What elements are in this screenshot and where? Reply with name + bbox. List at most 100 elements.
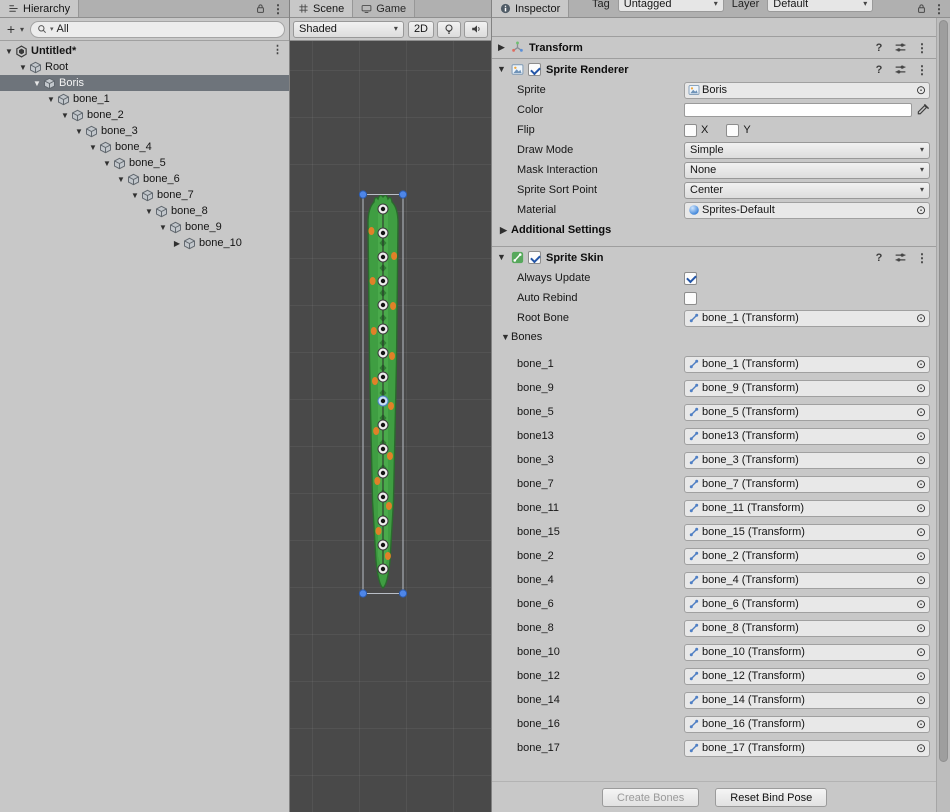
- object-picker-icon[interactable]: ⊙: [916, 670, 926, 682]
- component-enabled-checkbox[interactable]: [528, 251, 541, 264]
- scene-canvas[interactable]: [290, 41, 491, 812]
- kebab-menu-icon[interactable]: ⋮: [916, 252, 928, 264]
- hierarchy-row[interactable]: ▼ bone_8: [0, 203, 289, 219]
- object-picker-icon[interactable]: ⊙: [916, 598, 926, 610]
- sprite-renderer-header[interactable]: Sprite Renderer ⋮: [492, 58, 936, 80]
- object-picker-icon[interactable]: ⊙: [916, 204, 926, 216]
- foldout-arrow[interactable]: ▼: [143, 207, 155, 216]
- eyedropper-icon[interactable]: [916, 103, 930, 117]
- foldout-arrow[interactable]: ▼: [17, 63, 29, 72]
- object-picker-icon[interactable]: ⊙: [916, 312, 926, 324]
- sprite-skin-header[interactable]: Sprite Skin ⋮: [492, 246, 936, 268]
- foldout-arrow-icon[interactable]: [496, 65, 507, 74]
- hierarchy-row[interactable]: ▼ bone_3: [0, 123, 289, 139]
- foldout-arrow[interactable]: ▼: [129, 191, 141, 200]
- object-picker-icon[interactable]: ⊙: [916, 718, 926, 730]
- presets-icon[interactable]: [894, 41, 907, 54]
- bone-object-field[interactable]: bone_17 (Transform) ⊙: [684, 740, 930, 757]
- object-picker-icon[interactable]: ⊙: [916, 478, 926, 490]
- layer-dropdown[interactable]: Default ▾: [767, 0, 873, 12]
- always-update-checkbox[interactable]: [684, 272, 697, 285]
- foldout-arrow[interactable]: ▼: [87, 143, 99, 152]
- presets-icon[interactable]: [894, 251, 907, 264]
- help-icon[interactable]: [873, 64, 885, 76]
- foldout-arrow-icon[interactable]: [496, 43, 507, 52]
- bone-object-field[interactable]: bone_1 (Transform) ⊙: [684, 356, 930, 373]
- bone-object-field[interactable]: bone_16 (Transform) ⊙: [684, 716, 930, 733]
- foldout-arrow[interactable]: ▼: [59, 111, 71, 120]
- bone-object-field[interactable]: bone_4 (Transform) ⊙: [684, 572, 930, 589]
- flip-y-checkbox[interactable]: [726, 124, 739, 137]
- foldout-arrow-icon[interactable]: [498, 226, 509, 235]
- hierarchy-row[interactable]: ▼ Boris: [0, 75, 289, 91]
- sprite-sort-point-dropdown[interactable]: Center ▾: [684, 182, 930, 199]
- bone-object-field[interactable]: bone_11 (Transform) ⊙: [684, 500, 930, 517]
- bone-object-field[interactable]: bone_12 (Transform) ⊙: [684, 668, 930, 685]
- scrollbar-thumb[interactable]: [939, 20, 948, 762]
- hierarchy-row[interactable]: ▼ bone_4: [0, 139, 289, 155]
- bone-object-field[interactable]: bone_10 (Transform) ⊙: [684, 644, 930, 661]
- object-picker-icon[interactable]: ⊙: [916, 382, 926, 394]
- hierarchy-row[interactable]: ▼ bone_1: [0, 91, 289, 107]
- root-bone-object-field[interactable]: bone_1 (Transform) ⊙: [684, 310, 930, 327]
- object-picker-icon[interactable]: ⊙: [916, 742, 926, 754]
- hierarchy-row[interactable]: ▼ bone_2: [0, 107, 289, 123]
- search-filter-caret[interactable]: ▾: [50, 25, 54, 33]
- object-picker-icon[interactable]: ⊙: [916, 358, 926, 370]
- foldout-arrow[interactable]: ▼: [115, 175, 127, 184]
- object-picker-icon[interactable]: ⊙: [916, 84, 926, 96]
- transform-header[interactable]: Transform ⋮: [492, 36, 936, 58]
- foldout-arrow[interactable]: ▼: [73, 127, 85, 136]
- bone-object-field[interactable]: bone_14 (Transform) ⊙: [684, 692, 930, 709]
- object-picker-icon[interactable]: ⊙: [916, 574, 926, 586]
- object-picker-icon[interactable]: ⊙: [916, 454, 926, 466]
- create-button[interactable]: +: [4, 22, 18, 36]
- kebab-menu-icon[interactable]: ⋮: [272, 45, 283, 56]
- 2d-toggle-button[interactable]: 2D: [408, 21, 434, 38]
- reset-bind-pose-button[interactable]: Reset Bind Pose: [715, 788, 827, 807]
- help-icon[interactable]: [873, 42, 885, 54]
- component-enabled-checkbox[interactable]: [528, 63, 541, 76]
- foldout-arrow[interactable]: ▼: [31, 79, 43, 88]
- kebab-menu-icon[interactable]: ⋮: [933, 3, 945, 15]
- hierarchy-row[interactable]: ▼ Root: [0, 59, 289, 75]
- hierarchy-row[interactable]: ▼ bone_5: [0, 155, 289, 171]
- hierarchy-row[interactable]: ▶ bone_10: [0, 235, 289, 251]
- bone-object-field[interactable]: bone_15 (Transform) ⊙: [684, 524, 930, 541]
- tab-inspector[interactable]: Inspector: [492, 0, 569, 17]
- bone-object-field[interactable]: bone_8 (Transform) ⊙: [684, 620, 930, 637]
- hierarchy-search-field[interactable]: ▾ All: [30, 21, 285, 38]
- tab-hierarchy[interactable]: Hierarchy: [0, 0, 79, 17]
- bone-object-field[interactable]: bone_5 (Transform) ⊙: [684, 404, 930, 421]
- tab-game[interactable]: Game: [353, 0, 415, 17]
- bone-object-field[interactable]: bone13 (Transform) ⊙: [684, 428, 930, 445]
- foldout-arrow[interactable]: ▼: [101, 159, 113, 168]
- bones-foldout[interactable]: Bones: [492, 328, 936, 346]
- lighting-toggle-button[interactable]: [437, 21, 461, 38]
- audio-toggle-button[interactable]: [464, 21, 488, 38]
- lock-icon[interactable]: [255, 3, 266, 14]
- create-dropdown-caret[interactable]: ▾: [20, 25, 28, 34]
- object-picker-icon[interactable]: ⊙: [916, 502, 926, 514]
- bone-object-field[interactable]: bone_9 (Transform) ⊙: [684, 380, 930, 397]
- hierarchy-row[interactable]: ▼ bone_9: [0, 219, 289, 235]
- object-picker-icon[interactable]: ⊙: [916, 430, 926, 442]
- foldout-arrow[interactable]: ▼: [3, 47, 15, 56]
- mask-interaction-dropdown[interactable]: None ▾: [684, 162, 930, 179]
- bone-object-field[interactable]: bone_3 (Transform) ⊙: [684, 452, 930, 469]
- foldout-arrow[interactable]: ▼: [157, 223, 169, 232]
- object-picker-icon[interactable]: ⊙: [916, 406, 926, 418]
- kebab-menu-icon[interactable]: ⋮: [916, 64, 928, 76]
- hierarchy-row[interactable]: ▼ Untitled* ⋮: [0, 43, 289, 59]
- tab-scene[interactable]: Scene: [290, 0, 353, 17]
- object-picker-icon[interactable]: ⊙: [916, 694, 926, 706]
- draw-mode-dropdown[interactable]: Simple ▾: [684, 142, 930, 159]
- flip-x-checkbox[interactable]: [684, 124, 697, 137]
- object-picker-icon[interactable]: ⊙: [916, 526, 926, 538]
- presets-icon[interactable]: [894, 63, 907, 76]
- foldout-arrow-icon[interactable]: [500, 333, 511, 342]
- hierarchy-row[interactable]: ▼ bone_7: [0, 187, 289, 203]
- bone-object-field[interactable]: bone_7 (Transform) ⊙: [684, 476, 930, 493]
- foldout-arrow-icon[interactable]: [496, 253, 507, 262]
- additional-settings-foldout[interactable]: Additional Settings: [492, 220, 936, 240]
